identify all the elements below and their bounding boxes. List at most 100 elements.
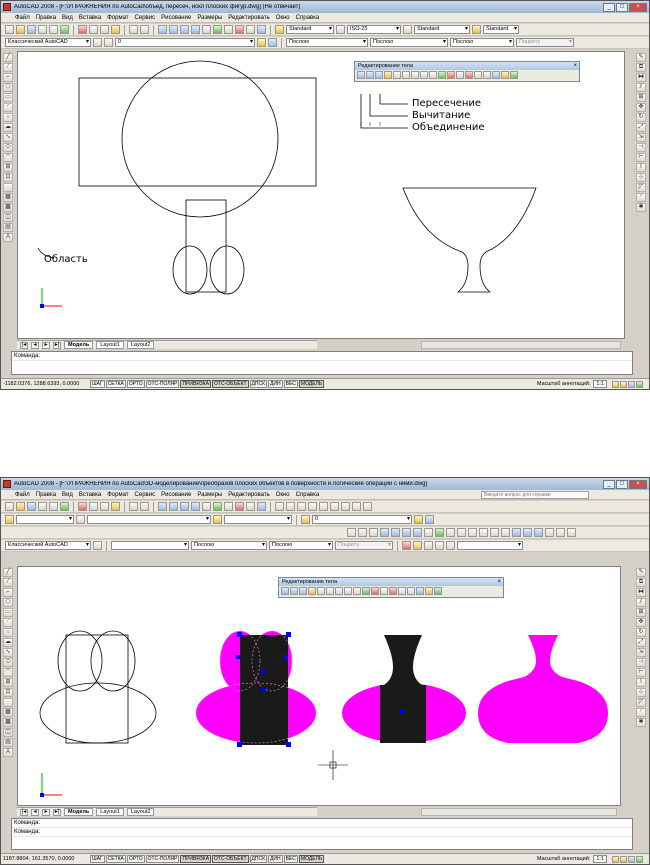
snap-toggle[interactable]: ШАГ xyxy=(90,380,105,388)
cut-icon[interactable] xyxy=(78,25,87,34)
text-style-select[interactable] xyxy=(16,515,74,524)
markup-icon[interactable] xyxy=(246,502,255,511)
polygon-icon[interactable]: ⬠ xyxy=(3,83,13,92)
tab-layout2[interactable]: Layout2 xyxy=(126,341,155,349)
command-window[interactable]: Команда: Команда: xyxy=(11,818,633,850)
autocad-app-icon[interactable] xyxy=(3,3,11,11)
open-icon[interactable] xyxy=(16,25,25,34)
extend-icon[interactable]: ⊢ xyxy=(636,668,646,677)
offset-faces-icon[interactable] xyxy=(326,587,334,595)
publish-icon[interactable] xyxy=(60,25,69,34)
sheet-set-icon[interactable] xyxy=(235,502,244,511)
stretch-icon[interactable]: ⇲ xyxy=(636,648,646,657)
command-line[interactable]: Команда: xyxy=(12,352,632,361)
make-current-layer-icon[interactable] xyxy=(414,515,423,524)
dyn-toggle[interactable]: ДИН xyxy=(268,380,283,388)
rotate-icon[interactable]: ↻ xyxy=(636,628,646,637)
delete-faces-icon[interactable] xyxy=(411,71,419,79)
menu-file[interactable]: Файл xyxy=(15,15,30,21)
chamfer-icon[interactable]: ◸ xyxy=(636,698,646,707)
clean-screen-icon[interactable] xyxy=(636,855,643,863)
save-icon[interactable] xyxy=(27,502,36,511)
text-style-icon[interactable] xyxy=(275,25,284,34)
imprint-icon[interactable] xyxy=(398,587,406,595)
menu-window[interactable]: Окно xyxy=(276,15,290,21)
polygon-icon[interactable]: ⬠ xyxy=(3,598,13,607)
dimension-arc-icon[interactable] xyxy=(297,502,306,511)
minimize-button[interactable]: _ xyxy=(603,2,615,12)
extrude-faces-icon[interactable] xyxy=(308,587,316,595)
zoom-window-icon[interactable] xyxy=(180,502,189,511)
grid-toggle[interactable]: СЕТКА xyxy=(105,380,126,388)
pan-icon[interactable] xyxy=(158,502,167,511)
union-icon[interactable] xyxy=(357,71,365,79)
preview-icon[interactable] xyxy=(49,502,58,511)
lwt-toggle[interactable]: ВЕС xyxy=(283,855,298,863)
osnap-toggle[interactable]: ПРИВЯЗКА xyxy=(180,855,212,863)
otrack-toggle[interactable]: ОТС-ОБЪЕКТ xyxy=(212,855,249,863)
mtext-icon[interactable]: A xyxy=(3,233,13,242)
rotate-faces-icon[interactable] xyxy=(344,587,352,595)
menu-draw[interactable]: Рисование xyxy=(161,492,191,498)
layer-select[interactable]: 0 xyxy=(312,515,412,524)
first-tab-arrow[interactable]: |◂ xyxy=(20,808,28,816)
modeling-intersect-icon[interactable] xyxy=(534,528,543,537)
extrude-icon[interactable] xyxy=(457,528,466,537)
auto-scale-icon[interactable] xyxy=(620,380,627,388)
linetype-select[interactable]: Послою xyxy=(370,38,448,47)
copy-faces-icon[interactable] xyxy=(362,587,370,595)
extrude-faces-icon[interactable] xyxy=(384,71,392,79)
otrack-toggle[interactable]: ОТС-ОБЪЕКТ xyxy=(212,380,249,388)
linetype-select[interactable]: Послою xyxy=(191,541,267,550)
fillet-icon[interactable]: ◜ xyxy=(636,193,646,202)
materials-icon[interactable] xyxy=(446,541,455,550)
chamfer-icon[interactable]: ◸ xyxy=(636,183,646,192)
point-icon[interactable]: · xyxy=(3,698,13,707)
polar-toggle[interactable]: ОТС-ПОЛЯР xyxy=(145,380,180,388)
point-icon[interactable]: · xyxy=(3,183,13,192)
move-faces-icon[interactable] xyxy=(317,587,325,595)
presspull-icon[interactable] xyxy=(468,528,477,537)
offset-icon[interactable]: ⫽ xyxy=(636,83,646,92)
annotation-visibility-icon[interactable] xyxy=(612,855,619,863)
print-icon[interactable] xyxy=(38,502,47,511)
prev-tab-arrow[interactable]: ◂ xyxy=(31,341,39,349)
ellipse-icon[interactable]: ⬭ xyxy=(3,658,13,667)
coordinates-readout[interactable]: -1182.0376, 1288.6393, 0.0000 xyxy=(3,381,89,387)
copy-object-icon[interactable]: ⧉ xyxy=(636,63,646,72)
dyn-toggle[interactable]: ДИН xyxy=(268,855,283,863)
last-tab-arrow[interactable]: ▸| xyxy=(53,341,61,349)
camera-icon[interactable] xyxy=(424,541,433,550)
design-center-icon[interactable] xyxy=(213,502,222,511)
menu-edit[interactable]: Правка xyxy=(36,492,56,498)
clean-icon[interactable] xyxy=(483,71,491,79)
text-style-select[interactable]: Standard xyxy=(286,25,334,34)
ducs-toggle[interactable]: ДПСК xyxy=(249,380,268,388)
layer-state-icon[interactable] xyxy=(301,515,310,524)
intersect-icon[interactable] xyxy=(375,71,383,79)
menu-format[interactable]: Формат xyxy=(107,492,128,498)
explode-icon[interactable]: ✱ xyxy=(636,718,646,727)
calculator-icon[interactable] xyxy=(257,25,266,34)
join-icon[interactable]: ⊹ xyxy=(636,688,646,697)
delete-faces-icon[interactable] xyxy=(335,587,343,595)
redo-icon[interactable] xyxy=(140,25,149,34)
make-block-icon[interactable]: ⊡ xyxy=(3,173,13,182)
scale-icon[interactable]: ⤢ xyxy=(636,123,646,132)
tab-layout2[interactable]: Layout2 xyxy=(126,808,155,816)
color-faces-icon[interactable] xyxy=(371,587,379,595)
table-style-select[interactable]: Standard xyxy=(414,25,470,34)
menu-edit[interactable]: Правка xyxy=(36,15,56,21)
move-icon[interactable]: ✥ xyxy=(636,103,646,112)
rectangle-icon[interactable]: ▭ xyxy=(3,93,13,102)
insert-block-icon[interactable]: ⊞ xyxy=(3,678,13,687)
menu-view[interactable]: Вид xyxy=(62,15,73,21)
union-icon[interactable] xyxy=(281,587,289,595)
erase-icon[interactable]: ✎ xyxy=(636,53,646,62)
preview-icon[interactable] xyxy=(49,25,58,34)
cut-icon[interactable] xyxy=(78,502,87,511)
save-icon[interactable] xyxy=(27,25,36,34)
toolbar-lock-icon[interactable] xyxy=(628,855,635,863)
first-tab-arrow[interactable]: |◂ xyxy=(20,341,28,349)
subtract-icon[interactable] xyxy=(366,71,374,79)
